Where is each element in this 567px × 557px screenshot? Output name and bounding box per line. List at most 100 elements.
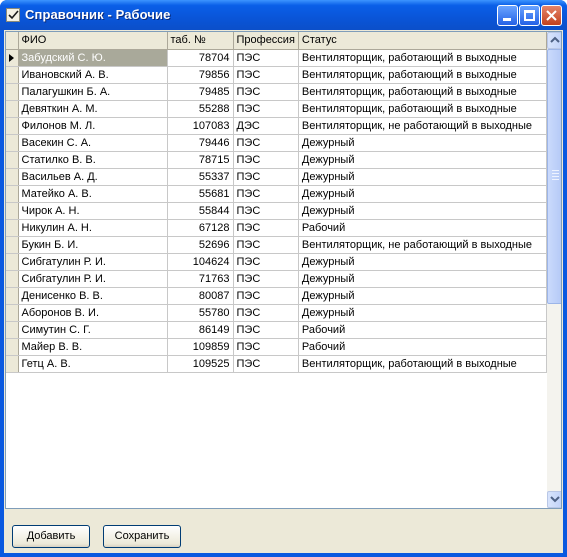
table-row[interactable]: Сибгатулин Р. И. 71763 ПЭС Дежурный	[6, 270, 547, 288]
cell-tab-number[interactable]: 55288	[167, 100, 234, 118]
cell-status[interactable]: Дежурный	[298, 168, 547, 186]
cell-tab-number[interactable]: 52696	[167, 236, 234, 254]
row-indicator[interactable]	[6, 151, 19, 169]
cell-status[interactable]: Вентиляторщик, работающий в выходные	[298, 66, 547, 84]
cell-tab-number[interactable]: 55337	[167, 168, 234, 186]
cell-profession[interactable]: ПЭС	[233, 287, 299, 305]
table-row[interactable]: Матейко А. В. 55681 ПЭС Дежурный	[6, 185, 547, 203]
cell-status[interactable]: Дежурный	[298, 270, 547, 288]
row-indicator[interactable]	[6, 83, 19, 101]
cell-profession[interactable]: ПЭС	[233, 185, 299, 203]
cell-profession[interactable]: ПЭС	[233, 219, 299, 237]
cell-profession[interactable]: ПЭС	[233, 100, 299, 118]
cell-status[interactable]: Дежурный	[298, 185, 547, 203]
save-button[interactable]: Сохранить	[103, 525, 181, 548]
row-indicator[interactable]	[6, 355, 19, 373]
cell-status[interactable]: Рабочий	[298, 321, 547, 339]
cell-tab-number[interactable]: 55844	[167, 202, 234, 220]
column-header-fio[interactable]: ФИО	[18, 32, 168, 50]
cell-fio[interactable]: Палагушкин Б. А.	[18, 83, 168, 101]
cell-fio[interactable]: Васекин С. А.	[18, 134, 168, 152]
table-row[interactable]: Палагушкин Б. А. 79485 ПЭС Вентиляторщик, р…	[6, 83, 547, 101]
cell-fio[interactable]: Статилко В. В.	[18, 151, 168, 169]
scrollbar-thumb[interactable]	[547, 49, 561, 304]
cell-fio[interactable]: Девяткин А. М.	[18, 100, 168, 118]
cell-profession[interactable]: ПЭС	[233, 253, 299, 271]
column-header-status[interactable]: Статус	[298, 32, 547, 50]
cell-profession[interactable]: ДЭС	[233, 117, 299, 135]
table-row[interactable]: Аборонов В. И. 55780 ПЭС Дежурный	[6, 304, 547, 322]
cell-tab-number[interactable]: 80087	[167, 287, 234, 305]
cell-profession[interactable]: ПЭС	[233, 49, 299, 67]
cell-profession[interactable]: ПЭС	[233, 236, 299, 254]
close-icon[interactable]	[541, 5, 562, 26]
table-row[interactable]: Статилко В. В. 78715 ПЭС Дежурный	[6, 151, 547, 169]
table-row[interactable]: Васильев А. Д. 55337 ПЭС Дежурный	[6, 168, 547, 186]
cell-status[interactable]: Дежурный	[298, 202, 547, 220]
column-header-profession[interactable]: Профессия	[233, 32, 299, 50]
cell-profession[interactable]: ПЭС	[233, 338, 299, 356]
cell-fio[interactable]: Букин Б. И.	[18, 236, 168, 254]
row-indicator[interactable]	[6, 134, 19, 152]
cell-tab-number[interactable]: 79446	[167, 134, 234, 152]
table-row[interactable]: Чирок А. Н. 55844 ПЭС Дежурный	[6, 202, 547, 220]
cell-status[interactable]: Вентиляторщик, работающий в выходные	[298, 355, 547, 373]
table-row[interactable]: Никулин А. Н. 67128 ПЭС Рабочий	[6, 219, 547, 237]
cell-profession[interactable]: ПЭС	[233, 270, 299, 288]
cell-status[interactable]: Вентиляторщик, работающий в выходные	[298, 49, 547, 67]
row-indicator[interactable]	[6, 321, 19, 339]
table-row[interactable]: Забудский С. Ю. 78704 ПЭС Вентиляторщик, ра…	[6, 49, 547, 67]
cell-fio[interactable]: Васильев А. Д.	[18, 168, 168, 186]
cell-profession[interactable]: ПЭС	[233, 202, 299, 220]
table-row[interactable]: Девяткин А. М. 55288 ПЭС Вентиляторщик, раб…	[6, 100, 547, 118]
cell-fio[interactable]: Сибгатулин Р. И.	[18, 253, 168, 271]
row-indicator[interactable]	[6, 304, 19, 322]
cell-fio[interactable]: Чирок А. Н.	[18, 202, 168, 220]
table-row[interactable]: Гетц А. В. 109525 ПЭС Вентиляторщик, работа…	[6, 355, 547, 373]
cell-profession[interactable]: ПЭС	[233, 168, 299, 186]
cell-fio[interactable]: Филонов М. Л.	[18, 117, 168, 135]
cell-tab-number[interactable]: 78715	[167, 151, 234, 169]
row-indicator[interactable]	[6, 236, 19, 254]
row-indicator[interactable]	[6, 253, 19, 271]
cell-status[interactable]: Рабочий	[298, 219, 547, 237]
row-indicator[interactable]	[6, 49, 19, 67]
cell-status[interactable]: Вентиляторщик, работающий в выходные	[298, 100, 547, 118]
cell-fio[interactable]: Ивановский А. В.	[18, 66, 168, 84]
cell-fio[interactable]: Симутин С. Г.	[18, 321, 168, 339]
cell-status[interactable]: Дежурный	[298, 304, 547, 322]
scroll-down-icon[interactable]	[547, 491, 561, 508]
cell-tab-number[interactable]: 55681	[167, 185, 234, 203]
cell-status[interactable]: Дежурный	[298, 151, 547, 169]
cell-status[interactable]: Вентиляторщик, не работающий в выходные	[298, 236, 547, 254]
row-indicator[interactable]	[6, 202, 19, 220]
cell-fio[interactable]: Денисенко В. В.	[18, 287, 168, 305]
cell-tab-number[interactable]: 107083	[167, 117, 234, 135]
row-indicator[interactable]	[6, 270, 19, 288]
cell-status[interactable]: Вентиляторщик, работающий в выходные	[298, 83, 547, 101]
cell-tab-number[interactable]: 109525	[167, 355, 234, 373]
table-row[interactable]: Филонов М. Л. 107083 ДЭС Вентиляторщик, не …	[6, 117, 547, 135]
cell-profession[interactable]: ПЭС	[233, 134, 299, 152]
table-row[interactable]: Майер В. В. 109859 ПЭС Рабочий	[6, 338, 547, 356]
cell-profession[interactable]: ПЭС	[233, 304, 299, 322]
vertical-scrollbar[interactable]	[547, 32, 561, 508]
title-bar[interactable]: Справочник - Рабочие	[0, 0, 567, 30]
cell-fio[interactable]: Матейко А. В.	[18, 185, 168, 203]
cell-status[interactable]: Дежурный	[298, 287, 547, 305]
maximize-icon[interactable]	[519, 5, 540, 26]
cell-profession[interactable]: ПЭС	[233, 83, 299, 101]
cell-tab-number[interactable]: 55780	[167, 304, 234, 322]
row-indicator[interactable]	[6, 338, 19, 356]
cell-status[interactable]: Вентиляторщик, не работающий в выходные	[298, 117, 547, 135]
cell-status[interactable]: Дежурный	[298, 134, 547, 152]
cell-fio[interactable]: Аборонов В. И.	[18, 304, 168, 322]
cell-profession[interactable]: ПЭС	[233, 151, 299, 169]
row-indicator[interactable]	[6, 66, 19, 84]
cell-tab-number[interactable]: 79485	[167, 83, 234, 101]
table-row[interactable]: Денисенко В. В. 80087 ПЭС Дежурный	[6, 287, 547, 305]
cell-fio[interactable]: Сибгатулин Р. И.	[18, 270, 168, 288]
cell-tab-number[interactable]: 67128	[167, 219, 234, 237]
row-indicator[interactable]	[6, 168, 19, 186]
cell-profession[interactable]: ПЭС	[233, 355, 299, 373]
